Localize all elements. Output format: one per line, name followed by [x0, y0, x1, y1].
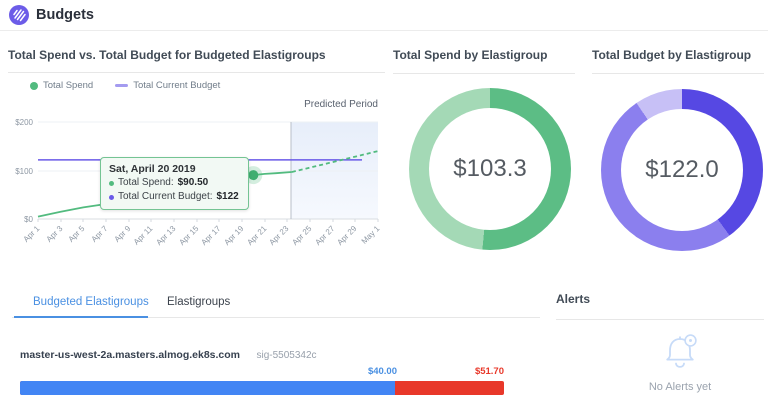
spotinst-logo-icon — [8, 4, 30, 26]
no-alerts-text: No Alerts yet — [596, 381, 764, 393]
elastigroup-sig: sig-5505342c — [256, 350, 316, 361]
budget-progress-bar — [20, 381, 504, 395]
svg-text:Apr 1: Apr 1 — [22, 224, 42, 244]
divider — [592, 73, 764, 74]
budget-donut-value: $122.0 — [645, 156, 718, 184]
spend-amount-label: $51.70 — [20, 366, 504, 377]
svg-text:Apr 15: Apr 15 — [177, 224, 200, 247]
spend-marker[interactable] — [248, 170, 258, 180]
svg-text:Apr 23: Apr 23 — [267, 224, 290, 247]
spend-dot-icon — [109, 181, 114, 186]
budget-dot-icon — [109, 195, 114, 200]
svg-text:Apr 13: Apr 13 — [154, 224, 177, 247]
page-title: Budgets — [36, 7, 94, 23]
x-axis-labels: Apr 1 Apr 3 Apr 5 Apr 7 Apr 9 Apr 11 Apr… — [22, 224, 382, 247]
svg-text:May 1: May 1 — [360, 224, 382, 246]
donut-hole: $103.3 — [429, 108, 551, 230]
svg-text:Apr 5: Apr 5 — [67, 224, 87, 244]
svg-text:Apr 17: Apr 17 — [199, 224, 222, 247]
alerts-empty-state: No Alerts yet — [596, 330, 764, 393]
legend-item-total-current-budget[interactable]: Total Current Budget — [115, 80, 220, 91]
tab-elastigroups[interactable]: Elastigroups — [167, 296, 230, 308]
elastigroup-row[interactable]: master-us-west-2a.masters.almog.ek8s.com… — [20, 345, 520, 363]
elastigroup-name: master-us-west-2a.masters.almog.ek8s.com — [20, 349, 240, 361]
svg-text:Apr 11: Apr 11 — [132, 224, 155, 247]
budget-bar-segment — [20, 381, 395, 395]
svg-text:Apr 7: Apr 7 — [90, 224, 110, 244]
divider — [393, 73, 575, 74]
budget-donut-title: Total Budget by Elastigroup — [592, 48, 751, 62]
svg-text:Apr 9: Apr 9 — [113, 224, 133, 244]
spend-vs-budget-title: Total Spend vs. Total Budget for Budgete… — [8, 48, 326, 62]
active-tab-underline — [14, 316, 148, 318]
spend-donut-chart[interactable]: $103.3 — [409, 88, 571, 250]
svg-text:Apr 25: Apr 25 — [290, 224, 313, 247]
svg-text:Apr 19: Apr 19 — [222, 224, 245, 247]
donut-hole: $122.0 — [621, 109, 743, 231]
tooltip-budget-value: $122 — [217, 190, 239, 204]
spend-dot-icon — [30, 82, 38, 90]
svg-text:Apr 3: Apr 3 — [45, 224, 65, 244]
alerts-title: Alerts — [556, 292, 590, 306]
legend-label: Total Spend — [43, 80, 93, 91]
tooltip-spend-value: $90.50 — [178, 176, 209, 190]
svg-text:$200: $200 — [15, 118, 33, 127]
svg-text:Apr 29: Apr 29 — [335, 224, 358, 247]
spend-donut-value: $103.3 — [453, 155, 526, 183]
legend-item-total-spend[interactable]: Total Spend — [30, 80, 93, 91]
svg-text:Apr 21: Apr 21 — [245, 224, 268, 247]
svg-text:$100: $100 — [15, 167, 33, 176]
y-axis-labels: $200 $100 $0 — [15, 118, 33, 224]
app-header — [0, 0, 768, 31]
tab-budgeted-elastigroups[interactable]: Budgeted Elastigroups — [33, 296, 149, 308]
svg-text:$0: $0 — [24, 215, 33, 224]
svg-text:Apr 27: Apr 27 — [313, 224, 336, 247]
divider — [8, 72, 385, 73]
chart-tooltip: Sat, April 20 2019 Total Spend: $90.50 T… — [100, 157, 249, 210]
chart-legend: Total Spend Total Current Budget — [30, 80, 220, 91]
budget-dash-icon — [115, 84, 128, 87]
budget-donut-chart[interactable]: $122.0 — [601, 89, 763, 251]
tooltip-budget-label: Total Current Budget: — [118, 190, 213, 204]
tooltip-spend-label: Total Spend: — [118, 176, 174, 190]
budgets-dashboard: Budgets Total Spend vs. Total Budget for… — [0, 0, 768, 414]
legend-label: Total Current Budget — [133, 80, 220, 91]
tooltip-date: Sat, April 20 2019 — [109, 162, 239, 176]
alerts-divider — [556, 319, 764, 320]
bell-icon — [658, 330, 702, 372]
spend-donut-title: Total Spend by Elastigroup — [393, 48, 547, 62]
